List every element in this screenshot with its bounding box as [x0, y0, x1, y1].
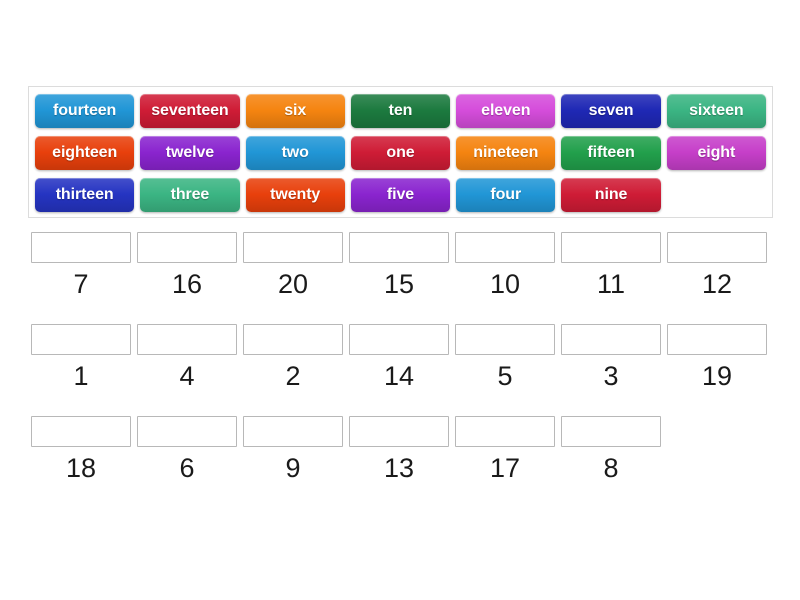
answer-cell: 4 — [137, 324, 237, 390]
drop-box[interactable] — [455, 324, 555, 355]
answer-cell: 2 — [243, 324, 343, 390]
word-tile[interactable]: one — [350, 136, 451, 170]
answer-row: 18 6 9 13 17 8 — [28, 416, 773, 482]
word-tile[interactable]: thirteen — [35, 178, 135, 212]
answer-cell: 16 — [137, 232, 237, 298]
answer-cell: 12 — [667, 232, 767, 298]
drop-box[interactable] — [31, 416, 131, 447]
numeral-label: 17 — [489, 453, 521, 483]
word-tile[interactable]: three — [140, 178, 240, 212]
drop-box[interactable] — [349, 416, 449, 447]
drop-box[interactable] — [667, 232, 767, 263]
drop-box[interactable] — [561, 416, 661, 447]
word-tile[interactable]: fourteen — [35, 94, 135, 128]
word-tile[interactable]: twenty — [245, 178, 345, 212]
numeral-label: 15 — [383, 269, 415, 299]
numeral-label: 7 — [73, 269, 89, 299]
drop-box[interactable] — [137, 232, 237, 263]
drop-box[interactable] — [349, 324, 449, 355]
word-tile[interactable]: two — [245, 136, 345, 170]
numeral-label: 9 — [285, 453, 301, 483]
word-tile[interactable]: fifteen — [561, 136, 661, 170]
drop-box[interactable] — [455, 232, 555, 263]
answer-cell: 7 — [31, 232, 131, 298]
answer-cell: 8 — [561, 416, 661, 482]
numeral-label: 8 — [603, 453, 619, 483]
word-tile[interactable]: nine — [561, 178, 661, 212]
numeral-label: 10 — [489, 269, 521, 299]
answer-cell: 1 — [31, 324, 131, 390]
word-tile[interactable]: eight — [666, 136, 766, 170]
answer-cell: 14 — [349, 324, 449, 390]
drop-box[interactable] — [561, 232, 661, 263]
answer-cell: 11 — [561, 232, 661, 298]
drop-box[interactable] — [243, 416, 343, 447]
answer-cell: 10 — [455, 232, 555, 298]
numeral-label: 11 — [596, 269, 626, 299]
word-tile[interactable]: nineteen — [456, 136, 556, 170]
tile-row: fourteen seventeen six ten eleven seven sixtee… — [32, 90, 769, 132]
word-tile[interactable]: six — [245, 94, 345, 128]
answer-cell: 20 — [243, 232, 343, 298]
drop-box[interactable] — [243, 324, 343, 355]
drop-box[interactable] — [455, 416, 555, 447]
drop-box[interactable] — [667, 324, 767, 355]
numeral-label: 16 — [171, 269, 203, 299]
word-tile[interactable]: ten — [350, 94, 451, 128]
numeral-label: 1 — [73, 361, 89, 391]
tile-slot-empty — [667, 178, 766, 212]
answer-cell: 18 — [31, 416, 131, 482]
numeral-label: 3 — [603, 361, 619, 391]
numeral-label: 5 — [497, 361, 513, 391]
numeral-label: 2 — [285, 361, 301, 391]
word-tile[interactable]: four — [456, 178, 556, 212]
numeral-label: 4 — [179, 361, 195, 391]
drop-box[interactable] — [31, 232, 131, 263]
drop-box[interactable] — [561, 324, 661, 355]
answer-row: 1 4 2 14 5 3 19 — [28, 324, 773, 390]
answer-row: 7 16 20 15 10 11 12 — [28, 232, 773, 298]
numeral-label: 12 — [701, 269, 733, 299]
word-tile[interactable]: eleven — [456, 94, 556, 128]
word-tile-bank: fourteen seventeen six ten eleven seven sixtee… — [28, 86, 773, 218]
answer-cell: 13 — [349, 416, 449, 482]
answer-cell: 5 — [455, 324, 555, 390]
answer-cell: 17 — [455, 416, 555, 482]
word-tile[interactable]: seventeen — [140, 94, 240, 128]
numeral-label: 20 — [277, 269, 309, 299]
word-tile[interactable]: twelve — [140, 136, 240, 170]
answer-cell: 3 — [561, 324, 661, 390]
numeral-label: 13 — [383, 453, 415, 483]
answer-cell: 6 — [137, 416, 237, 482]
drop-box[interactable] — [349, 232, 449, 263]
numeral-answer-rows: 7 16 20 15 10 11 12 1 4 2 14 5 3 19 18 6 9 13 17 8 — [28, 232, 773, 508]
answer-cell: 19 — [667, 324, 767, 390]
word-tile[interactable]: five — [350, 178, 451, 212]
answer-cell: 15 — [349, 232, 449, 298]
numeral-label: 18 — [65, 453, 97, 483]
answer-cell: 9 — [243, 416, 343, 482]
drop-box[interactable] — [137, 324, 237, 355]
numeral-label: 19 — [701, 361, 733, 391]
tile-row: eighteen twelve two one nineteen fifteen eight — [32, 132, 769, 174]
word-tile[interactable]: sixteen — [666, 94, 766, 128]
drop-box[interactable] — [31, 324, 131, 355]
numeral-label: 14 — [383, 361, 415, 391]
word-tile[interactable]: eighteen — [35, 136, 135, 170]
numeral-label: 6 — [179, 453, 195, 483]
drop-box[interactable] — [137, 416, 237, 447]
drop-box[interactable] — [243, 232, 343, 263]
word-tile[interactable]: seven — [561, 94, 661, 128]
tile-row: thirteen three twenty five four nine — [32, 174, 769, 216]
